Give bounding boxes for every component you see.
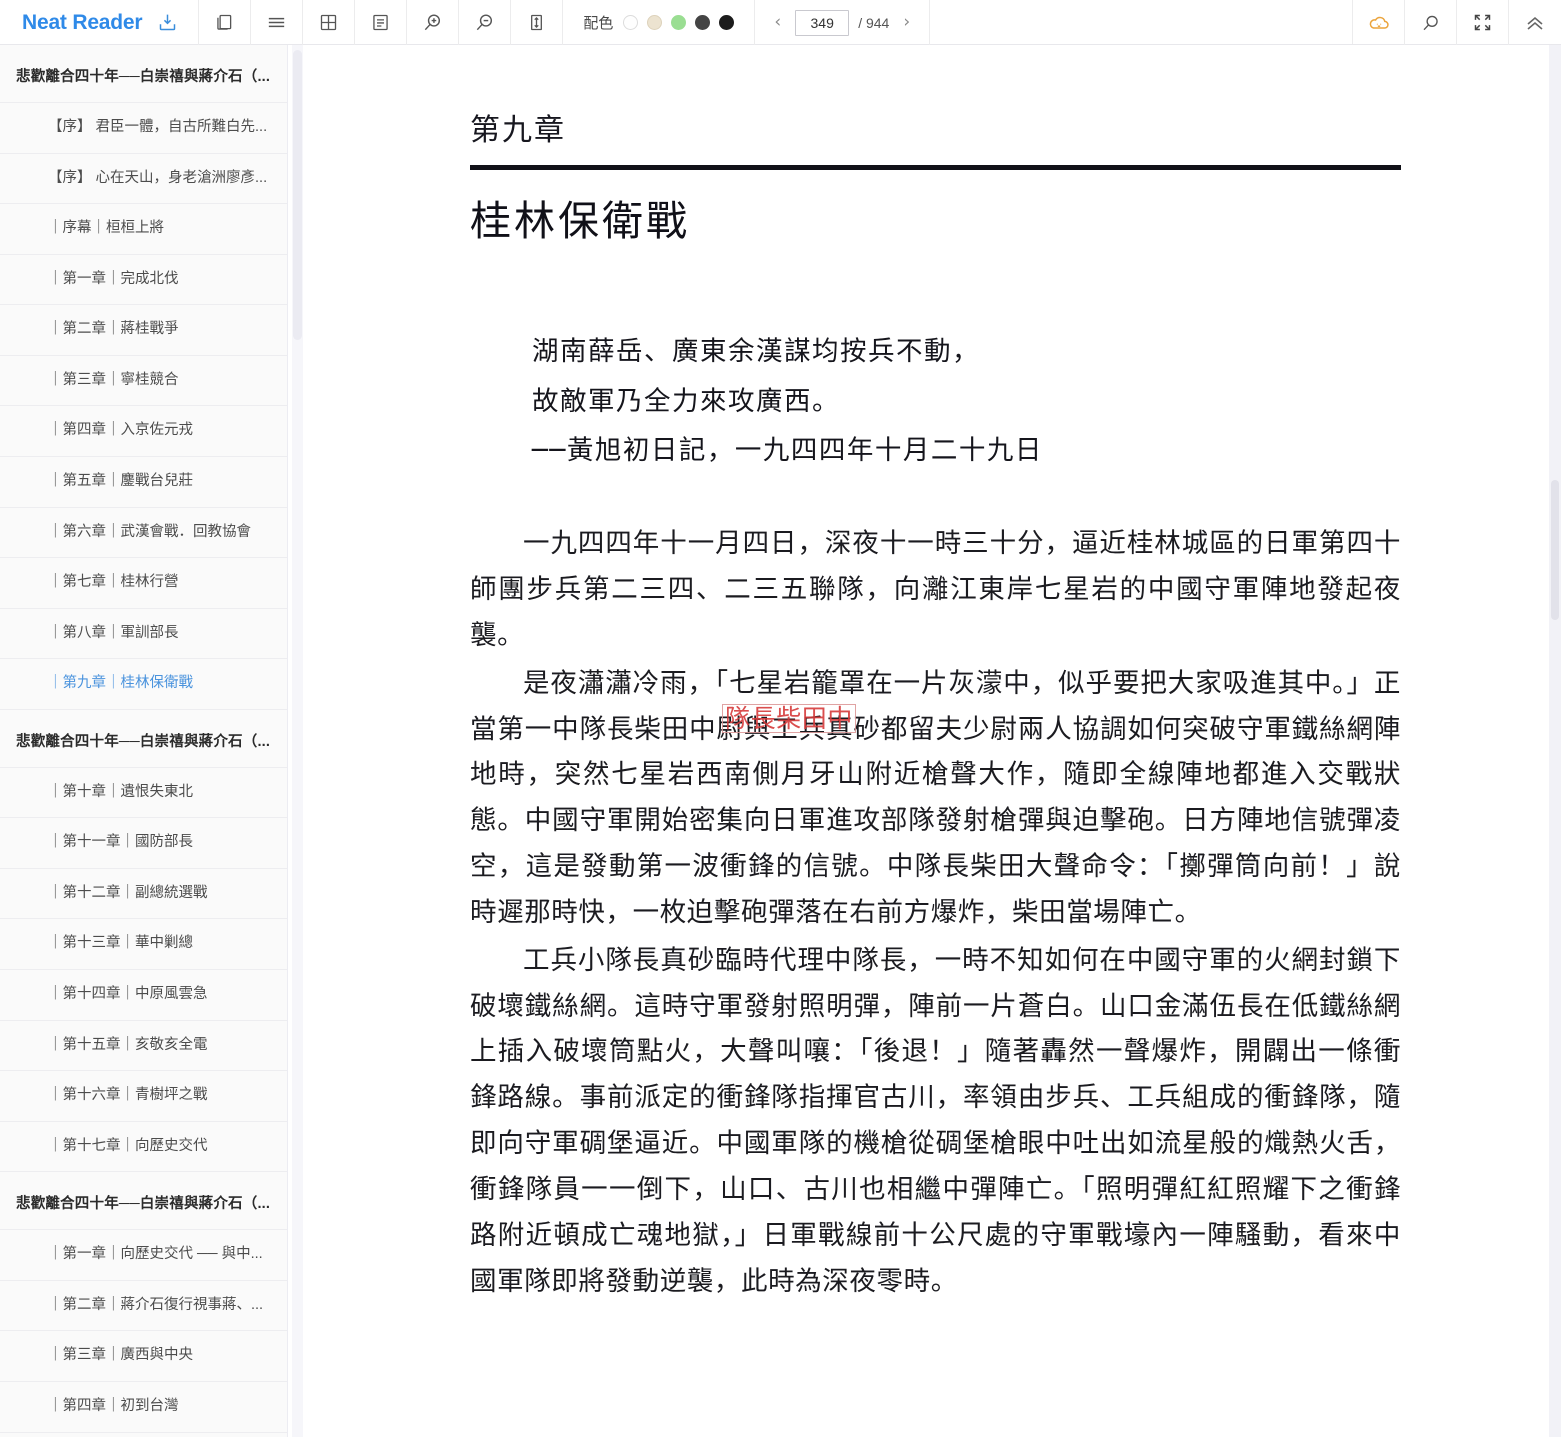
toc-item-chapter-8[interactable]: ｜第八章｜軍訓部長: [0, 607, 287, 659]
book-title-3: 悲歡離合四十年──白崇禧與蔣介石（...: [0, 1171, 287, 1229]
reader-scrollbar-track[interactable]: [1549, 45, 1561, 1437]
toc-item-chapter-4[interactable]: ｜第四章｜入京佐元戎: [0, 405, 287, 456]
next-page-button[interactable]: ›: [898, 12, 915, 33]
toc-item-chapter-12[interactable]: ｜第十二章｜副總統選戰: [0, 867, 287, 919]
toc-item-chapter-13[interactable]: ｜第十三章｜華中剿總: [0, 918, 287, 969]
toc-item-chapter-1[interactable]: ｜第一章｜完成北伐: [0, 253, 287, 305]
toc-item-preface-1[interactable]: 【序】 君臣一體，自古所難白先...: [0, 102, 287, 153]
toc-item-chapter-10[interactable]: ｜第十章｜遺恨失東北: [0, 766, 287, 818]
toc-item-chapter-15[interactable]: ｜第十五章｜亥敬亥全電: [0, 1019, 287, 1071]
toc-item-chapter-11[interactable]: ｜第十一章｜國防部長: [0, 817, 287, 868]
epigraph-attribution: ──黃旭初日記，一九四四年十月二十九日: [532, 434, 1043, 466]
paragraph-2-text: 是夜瀟瀟冷雨，「七星岩籠罩在一片灰濛中，似乎要把大家吸進其中。」正當第一中隊長柴…: [470, 667, 1401, 928]
toc-sidebar[interactable]: 悲歡離合四十年──白崇禧與蔣介石（... 【序】 君臣一體，自古所難白先... …: [0, 45, 288, 1437]
toc-item-chapter-3[interactable]: ｜第三章｜寧桂競合: [0, 354, 287, 406]
color-swatches: [623, 15, 735, 30]
prev-page-button[interactable]: ‹: [769, 12, 786, 33]
chapter-divider-rule: [470, 165, 1401, 170]
neat-reader-app: Neat Reader 配色 ‹ 349 / 944 › 悲歡離合四十年──白崇…: [0, 0, 1561, 1437]
body-paragraph-1: 一九四四年十一月四日，深夜十一時三十分，逼近桂林城區的日軍第四十師團步兵第二三四…: [470, 528, 1401, 651]
toc-item-chapter-16[interactable]: ｜第十六章｜青樹坪之戰: [0, 1070, 287, 1121]
notes-button[interactable]: [355, 0, 408, 45]
toc-item-chapter-6[interactable]: ｜第六章｜武漢會戰．回教協會: [0, 506, 287, 558]
page-number-input[interactable]: [795, 9, 850, 36]
theme-sepia-swatch[interactable]: [647, 15, 663, 30]
library-button[interactable]: [199, 0, 252, 45]
theme-black-swatch[interactable]: [719, 15, 735, 30]
zoom-out-button[interactable]: [459, 0, 512, 45]
reader-content-area[interactable]: 第九章 桂林保衛戰 湖南薛岳、廣東余漢謀均按兵不動， 故敵軍乃全力來攻廣西。 ─…: [310, 45, 1561, 1437]
toc-item-chapter-14[interactable]: ｜第十四章｜中原風雲急: [0, 969, 287, 1020]
search-button[interactable]: [1405, 0, 1457, 45]
theme-gray-swatch[interactable]: [695, 15, 711, 30]
theme-white-swatch[interactable]: [623, 15, 639, 30]
app-title: Neat Reader: [22, 10, 143, 34]
brand-group: Neat Reader: [0, 0, 200, 45]
book-page: 第九章 桂林保衛戰 湖南薛岳、廣東余漢謀均按兵不動， 故敵軍乃全力來攻廣西。 ─…: [310, 45, 1561, 1305]
toc-item-chapter-9[interactable]: ｜第九章｜桂林保衛戰: [0, 658, 287, 709]
zoom-in-button[interactable]: [407, 0, 460, 45]
toc-item-chapter-5[interactable]: ｜第五章｜鏖戰台兒莊: [0, 455, 287, 507]
toc-item-vol3-chapter-4[interactable]: ｜第四章｜初到台灣: [0, 1380, 287, 1432]
toc-list: 悲歡離合四十年──白崇禧與蔣介石（... 【序】 君臣一體，自古所難白先... …: [0, 45, 287, 1437]
toc-item-chapter-2[interactable]: ｜第二章｜蔣桂戰爭: [0, 304, 287, 355]
fullscreen-button[interactable]: [1457, 0, 1509, 45]
sidebar-scrollbar-thumb[interactable]: [293, 50, 302, 340]
collapse-toolbar-button[interactable]: [1509, 0, 1561, 45]
toc-item-chapter-7[interactable]: ｜第七章｜桂林行營: [0, 557, 287, 608]
cloud-sync-button[interactable]: [1353, 0, 1405, 45]
grid-view-button[interactable]: [303, 0, 356, 45]
top-toolbar: Neat Reader 配色 ‹ 349 / 944 ›: [0, 0, 1561, 45]
epigraph-line-2: 故敵軍乃全力來攻廣西。: [532, 385, 840, 417]
book-title-1: 悲歡離合四十年──白崇禧與蔣介石（...: [16, 69, 271, 85]
theme-green-swatch[interactable]: [671, 15, 687, 30]
line-height-button[interactable]: [511, 0, 564, 45]
download-icon[interactable]: [153, 0, 182, 45]
toc-item-prologue[interactable]: ｜序幕｜桓桓上將: [0, 203, 287, 254]
body-paragraph-3: 工兵小隊長真砂臨時代理中隊長，一時不知如何在中國守軍的火網封鎖下破壞鐵絲網。這時…: [470, 944, 1401, 1297]
toc-item-chapter-17[interactable]: ｜第十七章｜向歷史交代: [0, 1120, 287, 1172]
chapter-number: 第九章: [470, 113, 566, 148]
chapter-epigraph: 湖南薛岳、廣東余漢謀均按兵不動， 故敵軍乃全力來攻廣西。 ──黃旭初日記，一九四…: [470, 327, 1401, 475]
toc-item-vol3-chapter-2[interactable]: ｜第二章｜蔣介石復行視事蔣、...: [0, 1279, 287, 1331]
toc-item-vol3-chapter-3[interactable]: ｜第三章｜廣西與中央: [0, 1330, 287, 1381]
toolbar-spacer: [930, 0, 1353, 44]
toc-item-preface-2[interactable]: 【序】 心在天山，身老滄洲廖彥...: [0, 152, 287, 204]
body-paragraph-2: 是夜瀟瀟冷雨，「七星岩籠罩在一片灰濛中，似乎要把大家吸進其中。」正當第一中隊長柴…: [470, 661, 1401, 936]
toolbar-right-group: [1353, 0, 1561, 45]
chapter-title: 桂林保衛戰: [470, 197, 690, 245]
toc-list-button[interactable]: [251, 0, 304, 45]
color-scheme-label: 配色: [583, 14, 614, 32]
color-scheme-group: 配色: [563, 0, 756, 45]
book-title-2: 悲歡離合四十年──白崇禧與蔣介石（...: [0, 708, 287, 767]
page-total-label: / 944: [858, 14, 890, 31]
reader-scrollbar-thumb[interactable]: [1551, 480, 1559, 620]
toc-item-vol3-chapter-5[interactable]: ｜第五章｜總統之奴朋怨: [0, 1431, 287, 1437]
toc-item-vol3-chapter-1[interactable]: ｜第一章｜向歷史交代 ── 與中...: [0, 1229, 287, 1280]
epigraph-line-1: 湖南薛岳、廣東余漢謀均按兵不動，: [532, 336, 980, 368]
page-navigation: ‹ / 944 ›: [755, 0, 931, 45]
